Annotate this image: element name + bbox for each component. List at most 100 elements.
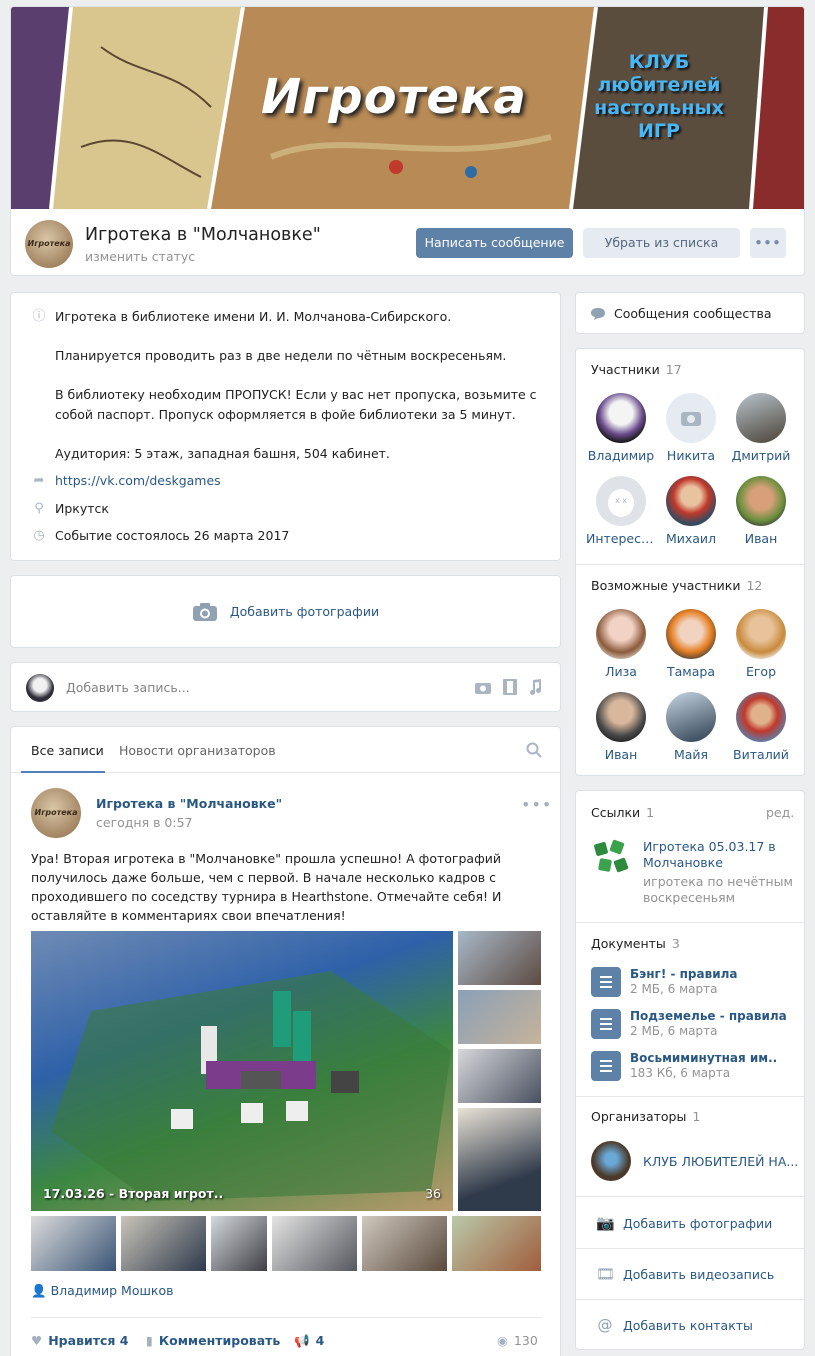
- attach-music-icon[interactable]: [528, 679, 542, 695]
- post-author-avatar[interactable]: Игротека: [31, 788, 81, 838]
- info-link-row: ➦ https://vk.com/deskgames: [31, 473, 221, 489]
- community-avatar[interactable]: Игротека: [25, 220, 73, 268]
- links-header[interactable]: Ссылки 1: [591, 805, 654, 820]
- camera-icon: 📷: [596, 1214, 615, 1232]
- post-photo-thumb[interactable]: [362, 1216, 447, 1271]
- camera-icon: [192, 602, 217, 621]
- document-item[interactable]: Восьмиминутная им.. 183 Кб, 6 марта: [591, 1051, 777, 1081]
- deactivated-dog-icon[interactable]: x x: [596, 476, 646, 526]
- remove-from-list-button[interactable]: Убрать из списка: [583, 228, 740, 258]
- member-avatar[interactable]: [666, 692, 716, 742]
- share-button[interactable]: 📢 4: [294, 1333, 324, 1349]
- dice-logo-icon[interactable]: [591, 837, 631, 877]
- organizers-header[interactable]: Организаторы 1: [591, 1109, 700, 1124]
- member-avatar[interactable]: [736, 609, 786, 659]
- active-tab-indicator: [21, 771, 105, 773]
- add-video-button[interactable]: 🎞 Добавить видеозапись: [596, 1265, 774, 1283]
- member-avatar[interactable]: [736, 692, 786, 742]
- member-item[interactable]: Никита: [656, 393, 726, 463]
- comment-button[interactable]: ▮ Комментировать: [146, 1333, 280, 1348]
- possible-member-item[interactable]: Майя: [656, 692, 726, 762]
- post-photo-thumb[interactable]: [458, 1108, 541, 1211]
- member-avatar[interactable]: [596, 609, 646, 659]
- document-item[interactable]: Бэнг! - правила 2 МБ, 6 марта: [591, 967, 738, 997]
- like-button[interactable]: ♥ Нравится 4: [31, 1333, 128, 1348]
- at-sign-icon: @: [597, 1316, 613, 1334]
- member-avatar[interactable]: [596, 692, 646, 742]
- member-item[interactable]: Михаил: [656, 476, 726, 546]
- cover-club-text: КЛУБ любителей настольных ИГР: [594, 51, 724, 142]
- send-message-button[interactable]: Написать сообщение: [416, 228, 573, 258]
- post-composer: Добавить запись...: [10, 662, 561, 712]
- post-photo-thumb[interactable]: [121, 1216, 206, 1271]
- community-messages-card[interactable]: Сообщения сообщества: [575, 292, 805, 334]
- post-photo-thumb[interactable]: [211, 1216, 267, 1271]
- post-author-link[interactable]: Игротека в "Молчановке": [96, 796, 282, 811]
- cover-title: Игротека: [261, 69, 527, 125]
- post-photo-thumb[interactable]: [458, 990, 541, 1044]
- member-avatar[interactable]: [596, 393, 646, 443]
- members-header[interactable]: Участники 17: [591, 362, 682, 377]
- new-post-input[interactable]: Добавить запись...: [66, 680, 190, 695]
- attach-photo-icon[interactable]: [475, 680, 491, 694]
- member-avatar[interactable]: [666, 609, 716, 659]
- member-item[interactable]: Дмитрий: [726, 393, 796, 463]
- post-text: Ура! Вторая игротека в "Молчановке" прош…: [31, 851, 502, 923]
- change-status-link[interactable]: изменить статус: [85, 249, 195, 264]
- member-item[interactable]: x x Интересн...: [586, 476, 656, 546]
- community-messages-label[interactable]: Сообщения сообщества: [614, 306, 772, 321]
- city-text: Иркутск: [55, 501, 109, 516]
- board-game-photo: [51, 971, 451, 1201]
- post-more-button[interactable]: •••: [521, 795, 552, 814]
- post-photo-thumb[interactable]: [452, 1216, 541, 1271]
- post-divider: [31, 1317, 542, 1318]
- post-timestamp[interactable]: сегодня в 0:57: [96, 815, 193, 830]
- user-avatar: [26, 674, 54, 702]
- possible-members-header[interactable]: Возможные участники 12: [591, 578, 762, 593]
- wall-card: Все записи Новости организаторов Игротек…: [10, 726, 561, 1356]
- member-avatar[interactable]: [736, 393, 786, 443]
- megaphone-icon: 📢: [294, 1333, 310, 1348]
- add-photos-side-button[interactable]: 📷 Добавить фотографии: [596, 1214, 772, 1232]
- camera-icon[interactable]: [666, 393, 716, 443]
- member-avatar[interactable]: [666, 476, 716, 526]
- search-icon[interactable]: [526, 742, 542, 758]
- tab-organizer-news[interactable]: Новости организаторов: [119, 743, 276, 758]
- post-photo-thumb[interactable]: [272, 1216, 357, 1271]
- album-caption: 17.03.26 - Вторая игрот..: [43, 1186, 224, 1201]
- like-count: 4: [119, 1333, 129, 1348]
- album-photo-count: 36: [425, 1186, 441, 1201]
- member-avatar[interactable]: [736, 476, 786, 526]
- location-pin-icon: ⚲: [34, 501, 44, 516]
- members-card: Участники 17 Владимир Никита Дмитрий x x …: [575, 348, 805, 776]
- link-item-title[interactable]: Игротека 05.03.17 в Молчановке: [643, 839, 776, 870]
- post-main-photo[interactable]: 17.03.26 - Вторая игрот.. 36: [31, 931, 453, 1211]
- add-photos-label[interactable]: Добавить фотографии: [230, 604, 379, 619]
- member-item[interactable]: Владимир: [586, 393, 656, 463]
- edit-links-link[interactable]: ред.: [766, 805, 794, 820]
- possible-member-item[interactable]: Егор: [726, 609, 796, 679]
- signer-link[interactable]: Владимир Мошков: [51, 1283, 174, 1298]
- post-photo-thumb[interactable]: [458, 1049, 541, 1103]
- member-item[interactable]: Иван: [726, 476, 796, 546]
- add-photos-card[interactable]: Добавить фотографии: [10, 575, 561, 648]
- website-link[interactable]: https://vk.com/deskgames: [55, 473, 221, 488]
- possible-member-item[interactable]: Тамара: [656, 609, 726, 679]
- tab-all-posts[interactable]: Все записи: [31, 743, 104, 758]
- info-city-row: ⚲ Иркутск: [31, 501, 109, 517]
- possible-member-item[interactable]: Иван: [586, 692, 656, 762]
- possible-member-item[interactable]: Лиза: [586, 609, 656, 679]
- more-actions-button[interactable]: •••: [750, 228, 786, 258]
- organizer-avatar[interactable]: [591, 1141, 631, 1181]
- page-header: Игротека Игротека в "Молчановке" изменит…: [11, 209, 804, 275]
- possible-member-item[interactable]: Виталий: [726, 692, 796, 762]
- organizer-link[interactable]: КЛУБ ЛЮБИТЕЛЕЙ НА...: [643, 1154, 798, 1169]
- attach-video-icon[interactable]: [503, 679, 517, 695]
- documents-header[interactable]: Документы 3: [591, 936, 680, 951]
- post-photo-thumb[interactable]: [458, 931, 541, 985]
- document-item[interactable]: Подземелье - правила 2 МБ, 6 марта: [591, 1009, 787, 1039]
- info-event-row: ◷ Событие состоялось 26 марта 2017: [31, 528, 289, 544]
- add-contacts-button[interactable]: @ Добавить контакты: [596, 1316, 753, 1334]
- views-counter: ◉ 130: [497, 1333, 538, 1348]
- post-photo-thumb[interactable]: [31, 1216, 116, 1271]
